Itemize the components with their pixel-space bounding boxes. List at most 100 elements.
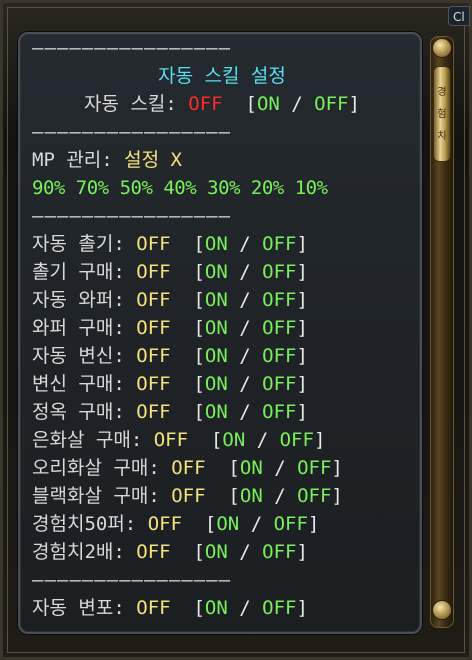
settings-list: 자동 촐기: OFF [ON / OFF] 촐기 구매: OFF [ON / OF…	[32, 230, 412, 566]
thumb-glyph: 치	[437, 131, 447, 142]
setting-label: 자동 변신:	[32, 345, 137, 367]
toggle-slash: /	[245, 429, 280, 451]
setting-label: 와퍼 구매:	[32, 317, 137, 339]
toggle-close-bracket: ]	[296, 401, 308, 423]
toggle-close-bracket: ]	[348, 93, 360, 115]
setting-label: 은화살 구매:	[32, 429, 154, 451]
setting-on-button[interactable]: ON	[205, 597, 228, 619]
toggle-open-bracket: [	[193, 345, 205, 367]
setting-row: 자동 변신: OFF [ON / OFF]	[32, 342, 412, 370]
toggle-open-bracket: [	[228, 457, 240, 479]
setting-label: 변신 구매:	[32, 373, 137, 395]
setting-row: 정옥 구매: OFF [ON / OFF]	[32, 398, 412, 426]
setting-on-button[interactable]: ON	[205, 261, 228, 283]
setting-status: OFF	[136, 541, 171, 563]
scroll-up-knob[interactable]	[432, 38, 452, 58]
setting-status: OFF	[153, 429, 189, 451]
setting-status: OFF	[147, 513, 183, 535]
toggle-open-bracket: [	[193, 317, 205, 339]
toggle-close-bracket: ]	[296, 261, 308, 283]
toggle-close-bracket: ]	[296, 289, 308, 311]
setting-status: OFF	[136, 373, 171, 395]
setting-off-button[interactable]: OFF	[262, 317, 296, 339]
auto-skill-on-button[interactable]: ON	[257, 93, 280, 115]
toggle-close-bracket: ]	[307, 513, 320, 535]
mp-percent-30[interactable]: 30%	[207, 177, 240, 199]
setting-on-button[interactable]: ON	[205, 289, 228, 311]
setting-label: 자동 촐기:	[32, 233, 137, 255]
toggle-slash: /	[262, 457, 298, 479]
setting-row: 오리화살 구매: OFF [ON / OFF]	[32, 454, 412, 482]
scroll-down-knob[interactable]	[432, 600, 452, 620]
setting-row: 자동 와퍼: OFF [ON / OFF]	[32, 286, 412, 314]
setting-on-button[interactable]: ON	[205, 401, 228, 423]
separator-line: ――――――――――――――――	[32, 121, 232, 143]
setting-row: 경험치50퍼: OFF [ON / OFF]	[32, 510, 412, 538]
mp-percent-70[interactable]: 70%	[76, 177, 109, 199]
setting-on-button[interactable]: ON	[216, 513, 239, 535]
setting-off-button[interactable]: OFF	[262, 289, 296, 311]
toggle-close-bracket: ]	[296, 541, 308, 563]
setting-on-button[interactable]: ON	[222, 429, 245, 451]
setting-status: OFF	[136, 345, 171, 367]
toggle-open-bracket: [	[245, 93, 257, 115]
panel-title: 자동 스킬 설정	[158, 65, 286, 87]
setting-off-button[interactable]: OFF	[274, 513, 308, 535]
setting-status: OFF	[136, 261, 171, 283]
auto-skill-label: 자동 스킬:	[84, 93, 189, 115]
setting-on-button[interactable]: ON	[205, 233, 228, 255]
setting-on-button[interactable]: ON	[205, 541, 228, 563]
setting-label: 촐기 구매:	[32, 261, 137, 283]
setting-off-button[interactable]: OFF	[262, 401, 296, 423]
close-button[interactable]: Cl	[448, 6, 470, 26]
toggle-close-bracket: ]	[296, 597, 308, 619]
setting-off-button[interactable]: OFF	[262, 345, 296, 367]
setting-label: 정옥 구매:	[32, 401, 137, 423]
toggle-open-bracket: [	[193, 233, 205, 255]
toggle-slash: /	[279, 93, 315, 115]
setting-label: 자동 변포:	[32, 597, 137, 619]
toggle-slash: /	[227, 317, 263, 339]
scrollbar-thumb[interactable]: 경 험 치	[433, 66, 451, 162]
toggle-slash: /	[227, 541, 263, 563]
toggle-close-bracket: ]	[296, 317, 308, 339]
setting-row: 자동 촐기: OFF [ON / OFF]	[32, 230, 412, 258]
mp-management-row: MP 관리: 설정 X	[32, 146, 412, 174]
setting-on-button[interactable]: ON	[205, 345, 228, 367]
toggle-close-bracket: ]	[296, 345, 308, 367]
setting-off-button[interactable]: OFF	[297, 485, 331, 507]
mp-setting-value: 설정 X	[124, 149, 182, 171]
setting-off-button[interactable]: OFF	[297, 457, 331, 479]
toggle-open-bracket: [	[228, 485, 240, 507]
setting-label: 오리화살 구매:	[32, 457, 172, 479]
setting-on-button[interactable]: ON	[205, 373, 228, 395]
setting-off-button[interactable]: OFF	[262, 373, 296, 395]
setting-status: OFF	[136, 597, 171, 619]
setting-row-partial: 자동 변포: OFF [ON / OFF]	[32, 594, 412, 622]
setting-label: 자동 와퍼:	[32, 289, 137, 311]
mp-percent-90[interactable]: 90%	[32, 177, 65, 199]
setting-off-button[interactable]: OFF	[262, 541, 296, 563]
setting-off-button[interactable]: OFF	[262, 261, 296, 283]
mp-label: MP 관리:	[32, 149, 125, 171]
toggle-slash: /	[227, 401, 263, 423]
setting-row: 촐기 구매: OFF [ON / OFF]	[32, 258, 412, 286]
mp-percent-20[interactable]: 20%	[251, 177, 284, 199]
toggle-slash: /	[227, 261, 263, 283]
setting-on-button[interactable]: ON	[205, 317, 228, 339]
setting-off-button[interactable]: OFF	[262, 233, 296, 255]
setting-on-button[interactable]: ON	[240, 485, 263, 507]
toggle-open-bracket: [	[193, 289, 205, 311]
toggle-close-bracket: ]	[296, 233, 308, 255]
auto-skill-status: OFF	[188, 93, 223, 115]
setting-on-button[interactable]: ON	[240, 457, 263, 479]
mp-percent-40[interactable]: 40%	[163, 177, 196, 199]
toggle-open-bracket: [	[193, 373, 205, 395]
mp-percent-50[interactable]: 50%	[120, 177, 153, 199]
setting-off-button[interactable]: OFF	[280, 429, 314, 451]
setting-row: 블랙화살 구매: OFF [ON / OFF]	[32, 482, 412, 510]
mp-percent-10[interactable]: 10%	[295, 177, 328, 199]
setting-off-button[interactable]: OFF	[262, 597, 296, 619]
separator-line: ――――――――――――――――	[32, 205, 232, 227]
auto-skill-off-button[interactable]: OFF	[314, 93, 348, 115]
